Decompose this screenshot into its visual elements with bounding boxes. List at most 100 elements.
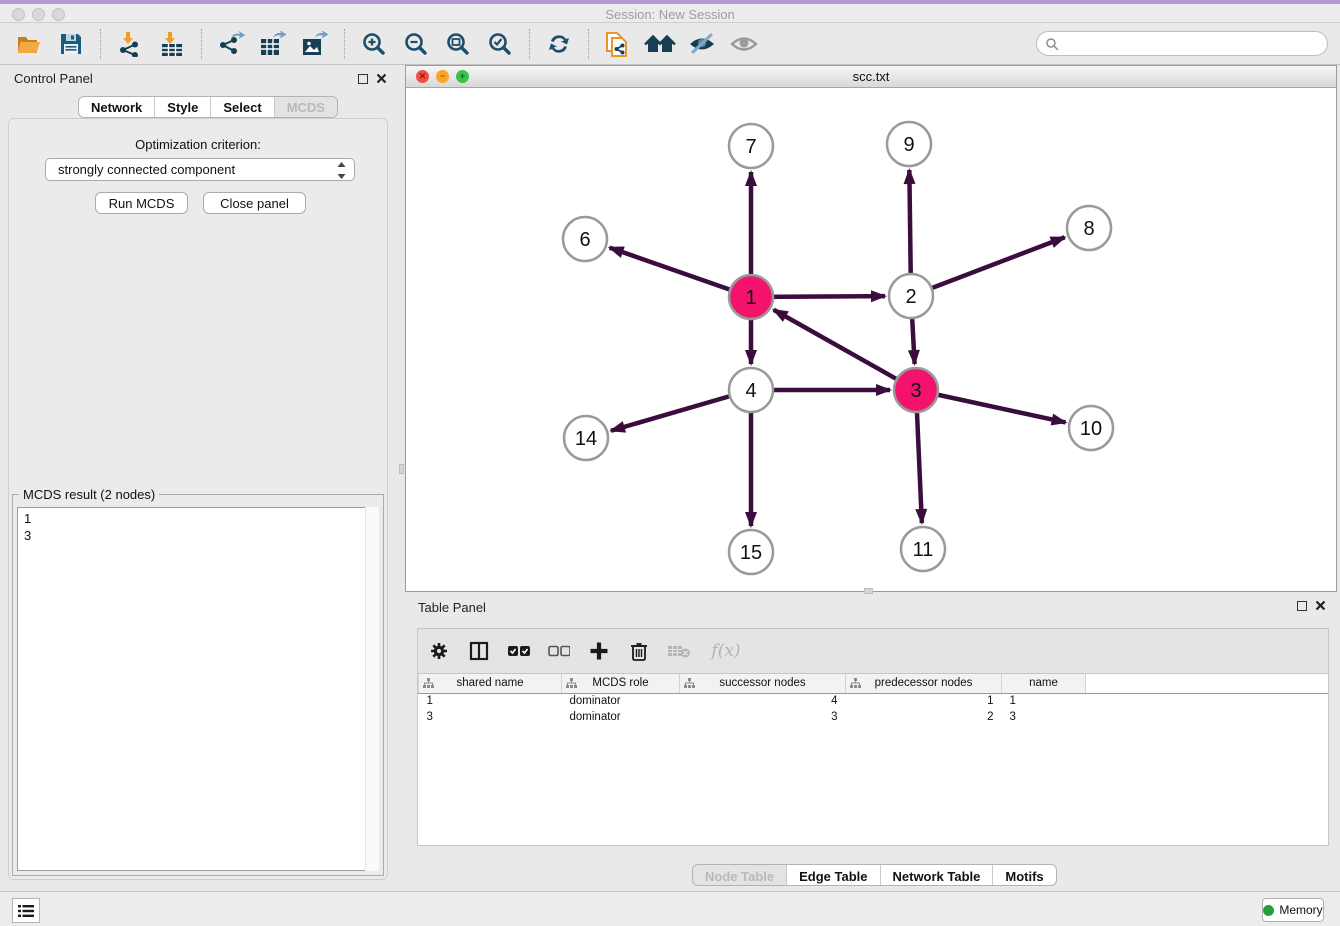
tab-node-table[interactable]: Node Table <box>693 865 786 885</box>
table-cell[interactable]: 3 <box>419 709 562 725</box>
tab-motifs[interactable]: Motifs <box>992 865 1055 885</box>
horizontal-splitter-handle[interactable] <box>864 588 873 594</box>
tab-network-table[interactable]: Network Table <box>880 865 993 885</box>
create-column-button[interactable] <box>586 638 612 664</box>
houses-icon <box>644 32 676 56</box>
show-panels-button[interactable] <box>12 898 40 923</box>
memory-label: Memory <box>1279 903 1322 917</box>
import-network-button[interactable] <box>112 27 148 61</box>
network-graph[interactable]: 7 9 6 8 1 2 4 3 14 10 15 11 <box>406 88 1336 591</box>
open-folder-icon <box>16 31 42 57</box>
table-cell[interactable]: 3 <box>1002 709 1086 725</box>
show-columns-button[interactable] <box>466 638 492 664</box>
column-header-name[interactable]: name <box>1002 674 1086 693</box>
import-table-button[interactable] <box>154 27 190 61</box>
zoom-selected-button[interactable] <box>482 27 518 61</box>
node-label: 6 <box>579 229 590 251</box>
column-header-mcds-role[interactable]: MCDS role <box>562 674 680 693</box>
open-session-button[interactable] <box>11 27 47 61</box>
tab-edge-table[interactable]: Edge Table <box>786 865 879 885</box>
search-input[interactable] <box>1059 34 1327 54</box>
vertical-splitter-handle[interactable] <box>399 464 404 474</box>
float-panel-icon[interactable] <box>1297 601 1307 611</box>
tab-network[interactable]: Network <box>79 97 154 117</box>
network-window-titlebar[interactable]: ✕ − + scc.txt <box>406 66 1336 88</box>
mcds-result-text[interactable]: 1 3 <box>17 507 379 871</box>
tab-select[interactable]: Select <box>210 97 273 117</box>
first-neighbors-button[interactable] <box>642 27 678 61</box>
memory-status-icon <box>1263 905 1274 916</box>
close-panel-button[interactable]: Close panel <box>203 192 306 214</box>
graph-node-3[interactable]: 3 <box>894 368 938 412</box>
criterion-dropdown[interactable]: strongly connected component <box>45 158 355 181</box>
edge-2-8[interactable] <box>911 237 1065 296</box>
zoom-in-button[interactable] <box>356 27 392 61</box>
zoom-selected-icon <box>487 31 513 57</box>
network-canvas[interactable]: 7 9 6 8 1 2 4 3 14 10 15 11 <box>406 88 1336 591</box>
table-cell[interactable]: dominator <box>562 709 680 725</box>
trash-icon <box>630 641 648 661</box>
graph-node-4[interactable]: 4 <box>729 368 773 412</box>
graph-node-10[interactable]: 10 <box>1069 406 1113 450</box>
close-panel-icon[interactable] <box>376 73 387 84</box>
table-row[interactable]: 3dominator323 <box>419 709 1086 725</box>
table-toolbar: f(x) <box>417 628 1329 673</box>
graph-node-8[interactable]: 8 <box>1067 206 1111 250</box>
export-network-button[interactable] <box>213 27 249 61</box>
deselect-all-columns-button[interactable] <box>546 638 572 664</box>
graph-node-6[interactable]: 6 <box>563 217 607 261</box>
import-table-icon <box>159 31 185 57</box>
zoom-fit-button[interactable] <box>440 27 476 61</box>
export-image-button[interactable] <box>297 27 333 61</box>
table-cell[interactable]: 3 <box>680 709 846 725</box>
column-header-predecessor-nodes[interactable]: predecessor nodes <box>846 674 1002 693</box>
graph-node-11[interactable]: 11 <box>901 527 945 571</box>
main-toolbar <box>0 23 1340 65</box>
table-cell[interactable]: 1 <box>846 693 1002 709</box>
zoom-out-button[interactable] <box>398 27 434 61</box>
table-cell[interactable]: 1 <box>419 693 562 709</box>
app-title: Session: New Session <box>0 7 1340 22</box>
node-label: 1 <box>745 287 756 309</box>
column-header-shared-name[interactable]: shared name <box>419 674 562 693</box>
refresh-layout-button[interactable] <box>541 27 577 61</box>
graph-node-2[interactable]: 2 <box>889 274 933 318</box>
new-network-from-selection-button[interactable] <box>600 27 636 61</box>
search-icon <box>1045 37 1059 51</box>
graph-node-15[interactable]: 15 <box>729 530 773 574</box>
network-window-title: scc.txt <box>406 69 1336 84</box>
table-settings-button[interactable] <box>426 638 452 664</box>
graph-node-1[interactable]: 1 <box>729 275 773 319</box>
node-table[interactable]: shared name MCDS role successor nodes pr… <box>417 673 1329 846</box>
hide-selected-button[interactable] <box>684 27 720 61</box>
result-scrollbar[interactable] <box>365 507 379 871</box>
table-cell[interactable]: 1 <box>1002 693 1086 709</box>
save-session-button[interactable] <box>53 27 89 61</box>
zoom-in-icon <box>361 31 387 57</box>
export-table-button[interactable] <box>255 27 291 61</box>
show-all-button[interactable] <box>726 27 762 61</box>
network-view-window: ✕ − + scc.txt 7 9 6 8 1 2 4 3 14 10 15 11 <box>405 65 1337 592</box>
memory-button[interactable]: Memory <box>1262 898 1324 922</box>
select-all-columns-button[interactable] <box>506 638 532 664</box>
float-panel-icon[interactable] <box>358 74 368 84</box>
graph-node-9[interactable]: 9 <box>887 122 931 166</box>
edge-3-1[interactable] <box>774 310 916 390</box>
search-field[interactable] <box>1036 31 1328 56</box>
table-cell[interactable]: 4 <box>680 693 846 709</box>
tab-style[interactable]: Style <box>154 97 210 117</box>
run-mcds-button[interactable]: Run MCDS <box>95 192 188 214</box>
graph-node-7[interactable]: 7 <box>729 124 773 168</box>
table-cell[interactable]: dominator <box>562 693 680 709</box>
table-cell[interactable]: 2 <box>846 709 1002 725</box>
table-row[interactable]: 1dominator411 <box>419 693 1086 709</box>
node-label: 14 <box>575 428 597 450</box>
tab-mcds[interactable]: MCDS <box>274 97 337 117</box>
column-header-successor-nodes[interactable]: successor nodes <box>680 674 846 693</box>
node-label: 4 <box>745 380 756 402</box>
close-panel-icon[interactable] <box>1315 600 1326 611</box>
table-header-row[interactable]: shared name MCDS role successor nodes pr… <box>419 674 1086 693</box>
list-icon <box>18 904 34 918</box>
delete-column-button[interactable] <box>626 638 652 664</box>
graph-node-14[interactable]: 14 <box>564 416 608 460</box>
